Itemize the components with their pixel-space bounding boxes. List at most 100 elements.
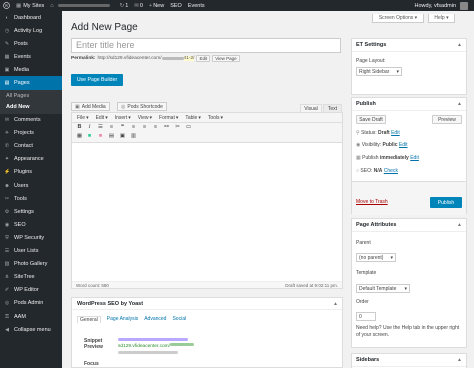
sidebar-item-wp-security[interactable]: ⛨ WP Security (0, 231, 62, 244)
sidebar-item-photo-gallery[interactable]: ▧ Photo Gallery (0, 258, 62, 271)
sidebar-item-settings[interactable]: ⚙ Settings (0, 205, 62, 218)
sidebar-item-events[interactable]: ▦ Events (0, 50, 62, 63)
submenu-add-new[interactable]: Add New (0, 102, 62, 113)
updates-icon: ↻ (119, 2, 125, 9)
editor-menu-edit[interactable]: Edit▾ (96, 115, 108, 121)
events-menu[interactable]: Events (188, 3, 205, 9)
sidebar-item-seo[interactable]: ◉ SEO (0, 218, 62, 231)
page-attributes-title[interactable]: Page Attributes (352, 219, 466, 232)
screen-options-button[interactable]: Screen Options ▾ (372, 14, 424, 23)
avatar[interactable] (460, 1, 468, 10)
bold-icon[interactable]: B (76, 124, 83, 130)
sidebar-item-plugins[interactable]: ⚡ Plugins (0, 166, 62, 179)
editor-menu-file[interactable]: File▾ (77, 115, 89, 121)
pods-shortcode-button[interactable]: ◎ Pods Shortcode (117, 102, 167, 111)
grid-icon[interactable]: ▤ (108, 133, 115, 139)
sidebar-item-appearance[interactable]: ✦ Appearance (0, 153, 62, 166)
image-icon[interactable]: ▣ (119, 133, 126, 139)
sidebar-item-projects[interactable]: ✈ Projects (0, 127, 62, 140)
permalink-slug[interactable]: 41-2/ (183, 56, 195, 61)
sidebar-item-collapse-menu[interactable]: ◀ Collapse menu (0, 323, 62, 336)
colored-icon-pink[interactable]: ■ (97, 133, 104, 139)
my-sites-menu[interactable]: ▦ My Sites (16, 3, 44, 9)
sidebar-item-pods-admin[interactable]: ◎ Pods Admin (0, 297, 62, 310)
edit-publish-date-link[interactable]: Edit (410, 155, 419, 161)
editor-menu-tools[interactable]: Tools▾ (208, 115, 223, 121)
submenu-all-pages[interactable]: All Pages (0, 91, 62, 102)
bulleted-list-icon[interactable]: ☰ (97, 124, 104, 130)
sidebar-item-tools[interactable]: ✂ Tools (0, 192, 62, 205)
sidebar-item-dashboard[interactable]: ◐ Dashboard (0, 11, 62, 24)
template-select[interactable]: Default Template ▾ (356, 284, 410, 293)
publish-title[interactable]: Publish (352, 98, 466, 111)
table-icon[interactable]: ▦ (76, 133, 83, 139)
use-page-builder-button[interactable]: Use Page Builder (71, 74, 123, 86)
seo-tab-general[interactable]: General (77, 316, 101, 323)
page-layout-select[interactable]: Right Sidebar ▾ (356, 67, 402, 76)
preview-button[interactable]: Preview (432, 115, 462, 124)
editor-menu-insert[interactable]: Insert▾ (115, 115, 131, 121)
save-draft-button[interactable]: Save Draft (356, 115, 386, 124)
permalink-url[interactable]: http://sd129.vfideacenter.com/ (98, 56, 162, 61)
title-input[interactable]: Enter title here (71, 38, 341, 53)
sidebar-item-aam[interactable]: ⚿ AAM (0, 310, 62, 323)
check-seo-link[interactable]: Check (384, 168, 398, 174)
updates-menu[interactable]: ↻ 1 (120, 3, 129, 9)
edit-permalink-button[interactable]: Edit (196, 55, 211, 62)
blockquote-icon[interactable]: ❝ (119, 124, 126, 130)
sidebar-item-media[interactable]: ▣ Media (0, 63, 62, 76)
sidebar-item-activity-log[interactable]: ◷ Activity Log (0, 24, 62, 37)
seo-tab-social[interactable]: Social (172, 316, 186, 323)
seo-tab-advanced[interactable]: Advanced (144, 316, 166, 323)
seo-menu[interactable]: SEO (170, 3, 182, 9)
link-icon[interactable]: ⚯ (163, 124, 170, 130)
sidebars-title[interactable]: Sidebars (352, 354, 466, 367)
sitetree-icon: ⋔ (4, 274, 10, 281)
help-button[interactable]: Help ▾ (428, 14, 455, 23)
comments-menu[interactable]: ✉ 0 (134, 3, 143, 9)
sidebar-item-sitetree[interactable]: ⋔ SiteTree (0, 271, 62, 284)
publish-button[interactable]: Publish (430, 197, 462, 208)
editor-menu-view[interactable]: View▾ (138, 115, 152, 121)
align-right-icon[interactable]: ≡ (152, 124, 159, 130)
sidebar-item-contact[interactable]: ✆ Contact (0, 140, 62, 153)
unlink-icon[interactable]: ✂ (174, 124, 181, 130)
add-media-button[interactable]: ▣ Add Media (71, 102, 110, 111)
yoast-seo-title[interactable]: WordPress SEO by Yoast (72, 298, 342, 310)
more-tag-icon[interactable]: ▭ (185, 124, 192, 130)
new-content-menu[interactable]: + New (149, 3, 164, 9)
toggle-arrow-icon[interactable]: ▲ (457, 222, 462, 228)
shortcode-icon[interactable]: ▥ (130, 133, 137, 139)
et-settings-title[interactable]: ET Settings (352, 39, 466, 52)
editor-menu-format[interactable]: Format▾ (159, 115, 178, 121)
site-name[interactable]: ⌂ (50, 3, 113, 9)
sidebar-item-users[interactable]: ☻ Users (0, 179, 62, 192)
edit-visibility-link[interactable]: Edit (399, 142, 408, 148)
toggle-arrow-icon[interactable]: ▲ (457, 101, 462, 107)
view-page-button[interactable]: View Page (212, 55, 240, 62)
sidebar-item-posts[interactable]: ✎ Posts (0, 37, 62, 50)
italic-icon[interactable]: I (86, 124, 93, 130)
howdy-user[interactable]: Howdy, vfsadmin (415, 3, 456, 9)
sidebar-item-user-lists[interactable]: ☰ User Lists (0, 245, 62, 258)
parent-select[interactable]: (no parent) ▾ (356, 253, 396, 262)
toggle-arrow-icon[interactable]: ▲ (333, 301, 338, 307)
sidebar-item-pages[interactable]: ▤ Pages (0, 76, 62, 90)
tab-text[interactable]: Text (323, 104, 342, 112)
sidebar-item-comments[interactable]: ✉ Comments (0, 114, 62, 127)
toggle-arrow-icon[interactable]: ▲ (457, 42, 462, 48)
align-left-icon[interactable]: ≡ (130, 124, 137, 130)
edit-status-link[interactable]: Edit (391, 130, 400, 136)
seo-tab-page-analysis[interactable]: Page Analysis (107, 316, 138, 323)
editor-menu-table[interactable]: Table▾ (185, 115, 200, 121)
order-input[interactable]: 0 (356, 312, 376, 321)
sidebar-item-wp-editor[interactable]: ✐ WP Editor (0, 284, 62, 297)
align-center-icon[interactable]: ≡ (141, 124, 148, 130)
toggle-arrow-icon[interactable]: ▲ (457, 357, 462, 363)
content-editor[interactable]: File▾ Edit▾ Insert▾ View▾ Format▾ Table▾ Tools… (71, 112, 343, 289)
numbered-list-icon[interactable]: ≡ (108, 124, 115, 130)
tab-visual[interactable]: Visual (300, 104, 322, 112)
wordpress-logo-icon[interactable]: W (3, 2, 10, 9)
colored-icon-green[interactable]: ■ (86, 133, 93, 139)
move-to-trash-link[interactable]: Move to Trash (356, 199, 388, 205)
